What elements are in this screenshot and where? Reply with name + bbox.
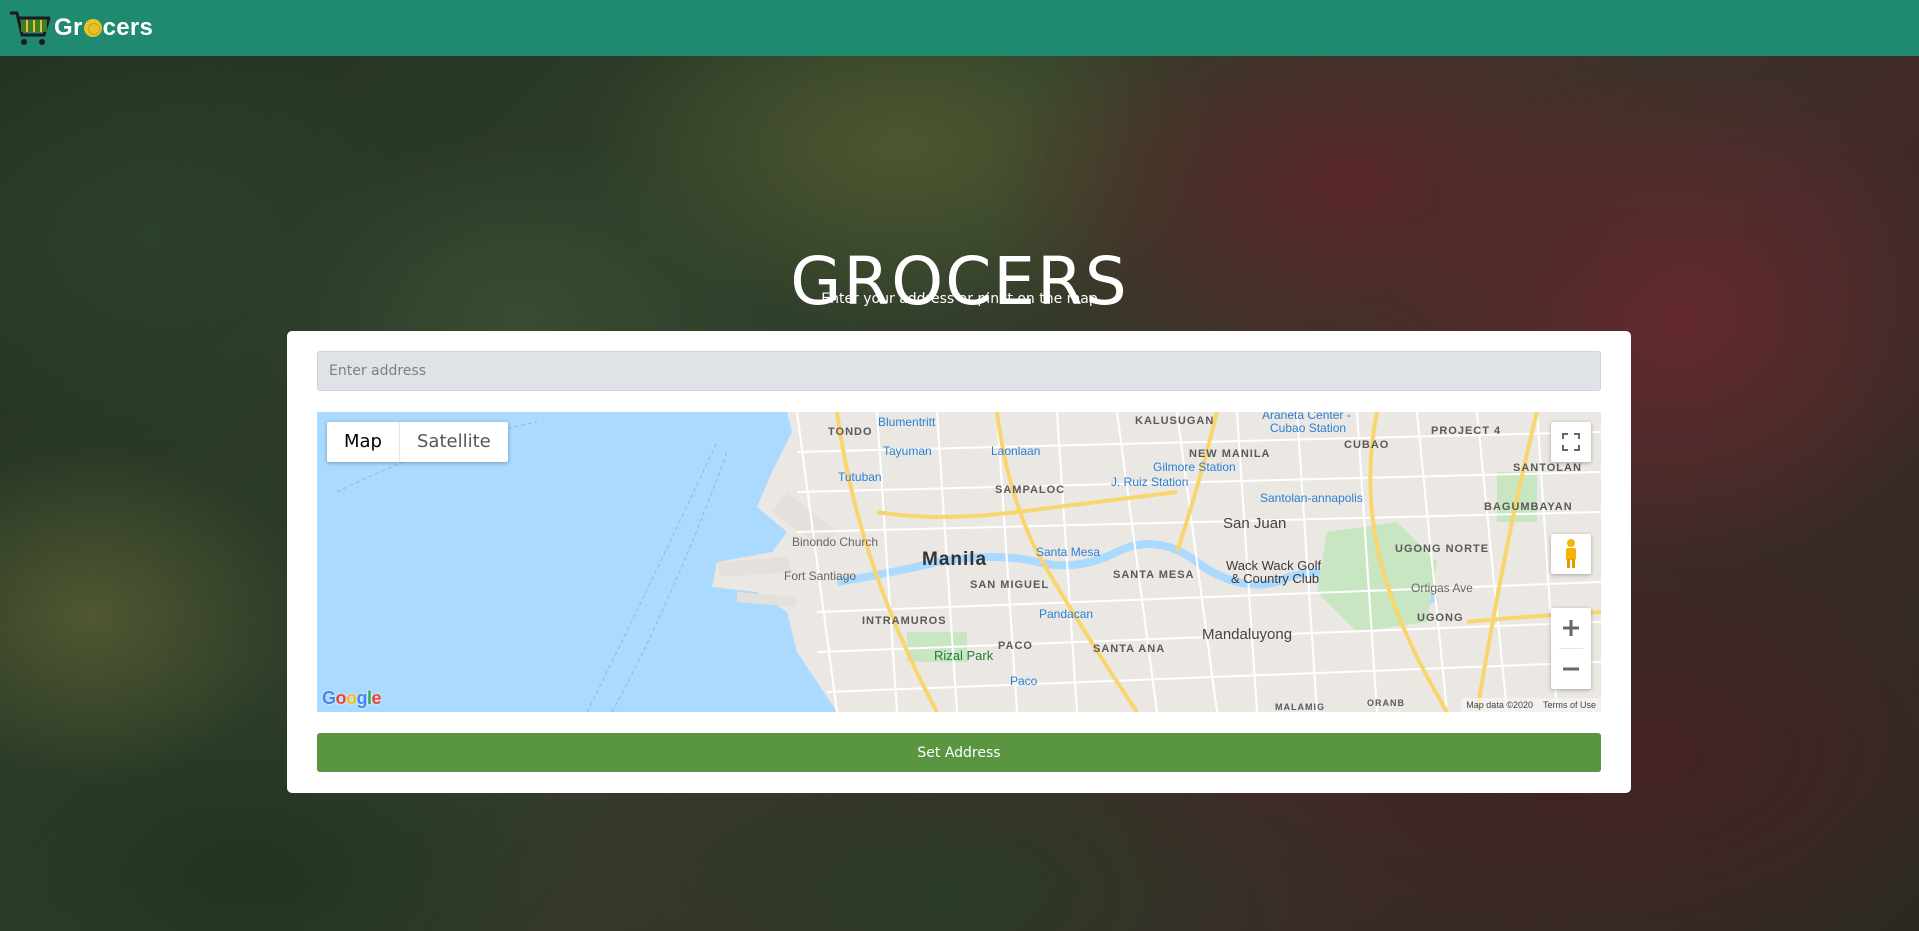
brand-suffix: cers (102, 14, 154, 41)
plus-icon (1563, 620, 1579, 636)
google-map[interactable]: TONDO Blumentritt Tayuman Laonlaan Tutub… (317, 412, 1601, 712)
map-label: Rizal Park (934, 648, 994, 663)
zoom-control (1551, 608, 1591, 689)
fullscreen-icon (1562, 433, 1580, 451)
map-label: Mandaluyong (1202, 626, 1293, 643)
map-type-map-button[interactable]: Map (327, 422, 399, 462)
map-label: MALAMIG (1275, 702, 1325, 712)
map-label: UGONG NORTE (1395, 543, 1490, 555)
map-label: Ortigas Ave (1411, 581, 1473, 595)
google-logo[interactable]: Google (322, 688, 382, 709)
map-label: Cubao Station (1270, 421, 1347, 435)
brand-name: Gr cers (54, 14, 153, 42)
map-label: PROJECT 4 (1431, 425, 1502, 437)
set-address-button[interactable]: Set Address (317, 733, 1601, 772)
fullscreen-button[interactable] (1551, 422, 1591, 462)
map-label: CUBAO (1344, 439, 1390, 451)
page-title: GROCERS (790, 243, 1129, 321)
map-attribution: Map data ©2020 Terms of Use (1461, 698, 1601, 712)
brand-prefix: Gr (54, 14, 83, 41)
map-label: Binondo Church (792, 535, 879, 549)
map-label: J. Ruiz Station (1111, 475, 1189, 489)
map-label: Santa Mesa (1036, 545, 1101, 559)
map-label: SANTA MESA (1113, 569, 1195, 581)
map-label: San Juan (1223, 515, 1287, 532)
map-label: Fort Santiago (784, 569, 857, 583)
pegman-icon (1566, 539, 1576, 568)
map-label: UGONG (1417, 612, 1464, 624)
zoom-out-button[interactable] (1551, 649, 1591, 689)
brand-logo-link[interactable]: Gr cers (8, 9, 153, 47)
page-subtitle: Enter your address or pin it on the map (821, 291, 1098, 307)
map-label: ORANB (1367, 698, 1405, 708)
street-view-pegman-button[interactable] (1551, 534, 1591, 574)
map-label: BAGUMBAYAN (1484, 501, 1573, 513)
map-label: Gilmore Station (1153, 460, 1236, 474)
map-type-satellite-button[interactable]: Satellite (399, 422, 508, 462)
lemon-icon (83, 19, 102, 37)
map-label: Paco (1010, 674, 1038, 688)
map-label: Tutuban (838, 470, 882, 484)
terms-of-use-link[interactable]: Terms of Use (1543, 700, 1596, 710)
map-label: Tayuman (883, 444, 932, 458)
map-label: & Country Club (1231, 571, 1320, 586)
shopping-cart-icon (10, 11, 51, 45)
address-card: TONDO Blumentritt Tayuman Laonlaan Tutub… (287, 331, 1631, 793)
map-label: INTRAMUROS (862, 615, 947, 627)
map-label: Blumentritt (878, 415, 936, 429)
map-type-control: Map Satellite (327, 422, 508, 462)
map-label: PACO (998, 640, 1033, 652)
map-label: SAN MIGUEL (970, 579, 1050, 591)
map-label: Pandacan (1039, 607, 1094, 621)
minus-icon (1563, 667, 1579, 671)
navbar: Gr cers (0, 0, 1919, 56)
address-input[interactable] (317, 351, 1601, 391)
map-label: KALUSUGAN (1135, 415, 1215, 427)
map-label: NEW MANILA (1189, 448, 1271, 460)
map-label: SANTA ANA (1093, 643, 1166, 655)
zoom-in-button[interactable] (1551, 608, 1591, 648)
map-label: Manila (922, 549, 988, 570)
map-label: SANTOLAN (1513, 462, 1582, 474)
map-label: Laonlaan (991, 444, 1041, 458)
map-label: SAMPALOC (995, 484, 1066, 496)
map-data-credit: Map data ©2020 (1466, 700, 1533, 710)
map-label: TONDO (828, 426, 873, 438)
map-label: Santolan-annapolis (1260, 491, 1363, 505)
